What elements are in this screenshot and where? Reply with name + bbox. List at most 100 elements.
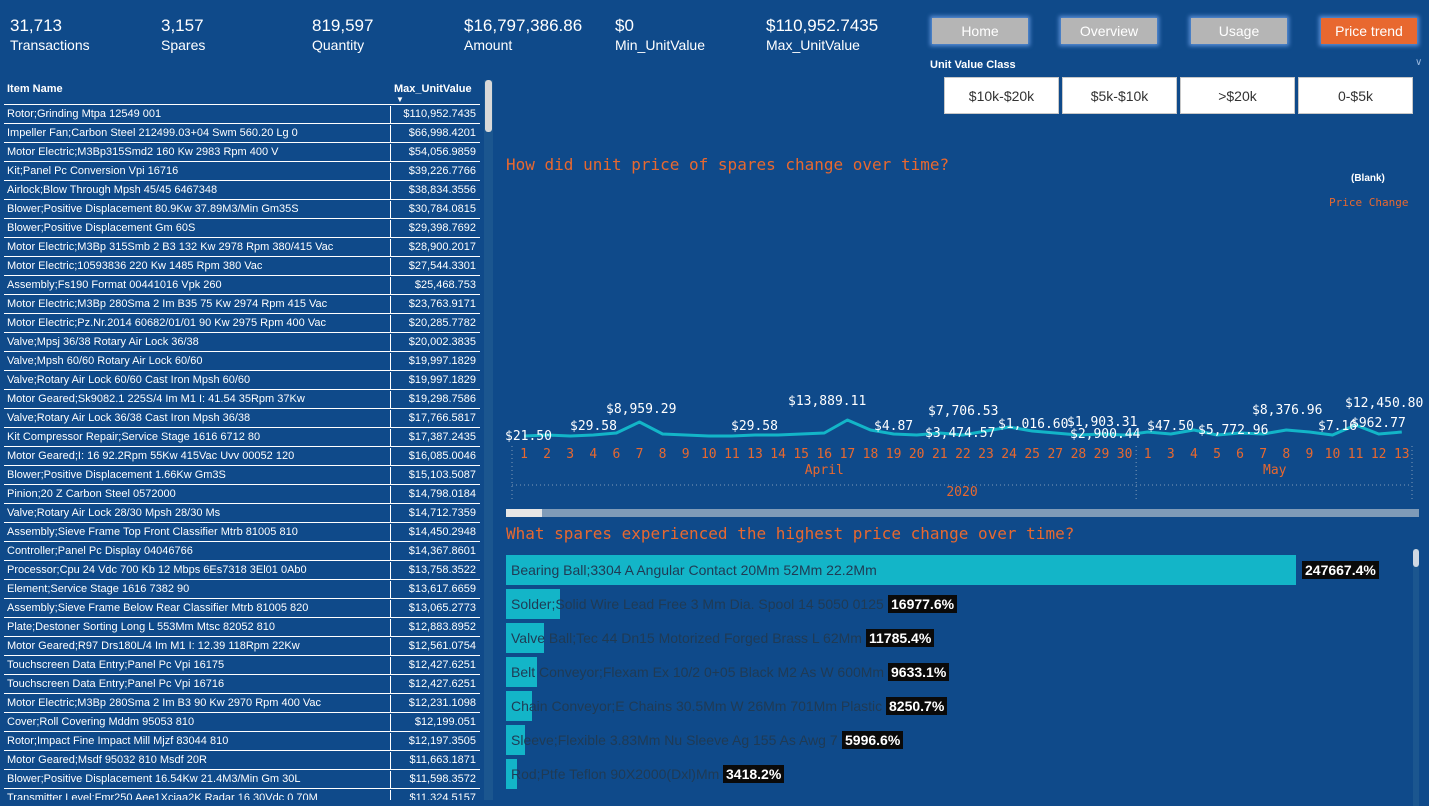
table-scrollbar[interactable]: [484, 80, 493, 800]
column-header-item-name[interactable]: Item Name: [7, 83, 63, 95]
scrollbar-thumb[interactable]: [506, 509, 542, 517]
table-row[interactable]: Motor Electric;M3Bp 315Smb 2 B3 132 Kw 2…: [4, 239, 480, 257]
table-row[interactable]: Valve;Mpsh 60/60 Rotary Air Lock 60/60 $1…: [4, 353, 480, 371]
table-row[interactable]: Assembly;Fs190 Format 00441016 Vpk 260 $2…: [4, 277, 480, 295]
table-row[interactable]: Pinion;20 Z Carbon Steel 0572000 $14,798.…: [4, 486, 480, 504]
table-row[interactable]: Processor;Cpu 24 Vdc 700 Kb 12 Mbps 6Es7…: [4, 562, 480, 580]
column-divider: [390, 562, 391, 579]
table-row[interactable]: Kit Compressor Repair;Service Stage 1616…: [4, 429, 480, 447]
table-row[interactable]: Impeller Fan;Carbon Steel 212499.03+04 S…: [4, 125, 480, 143]
table-row[interactable]: Plate;Destoner Sorting Long L 553Mm Mtsc…: [4, 619, 480, 637]
item-name-cell: Blower;Positive Displacement 80.9Kw 37.8…: [7, 203, 299, 215]
table-row[interactable]: Blower;Positive Displacement 1.66Kw Gm3S…: [4, 467, 480, 485]
overview-button[interactable]: Overview: [1061, 18, 1157, 44]
table-row[interactable]: Valve;Rotary Air Lock 60/60 Cast Iron Mp…: [4, 372, 480, 390]
x-tick-label: 6: [1236, 447, 1244, 462]
column-divider: [390, 771, 391, 788]
item-name-cell: Motor Electric;M3Bp 280Sma 2 Im B35 75 K…: [7, 298, 328, 310]
table-row[interactable]: Valve;Rotary Air Lock 36/38 Cast Iron Mp…: [4, 410, 480, 428]
legend-item-price-change[interactable]: Price Change: [1329, 196, 1408, 209]
table-row[interactable]: Rotor;Grinding Mtpa 12549 001 $110,952.74…: [4, 106, 480, 124]
table-row[interactable]: Motor Geared;I: 16 92.2Rpm 55Kw 415Vac U…: [4, 448, 480, 466]
line-chart: 1 2 3 4 6 7 8 9 10 11 13 14 15 16 17 18 19 20 21 22 23 24 25 27…: [505, 394, 1423, 500]
kpi-transactions: 31,713 Transactions: [10, 16, 160, 54]
home-button[interactable]: Home: [932, 18, 1028, 44]
table-row[interactable]: Touchscreen Data Entry;Panel Pc Vpi 1671…: [4, 676, 480, 694]
table-row[interactable]: Kit;Panel Pc Conversion Vpi 16716 $39,226…: [4, 163, 480, 181]
item-name-cell: Valve;Rotary Air Lock 28/30 Mpsh 28/30 M…: [7, 507, 221, 519]
max-unitvalue-cell: $30,784.0815: [408, 203, 476, 215]
max-unitvalue-cell: $25,468.753: [414, 279, 476, 291]
column-divider: [390, 733, 391, 750]
bar-row[interactable]: Valve Ball;Tec 44 Dn15 Motorized Forged …: [506, 623, 1410, 653]
table-row[interactable]: Motor Geared;Sk9082.1 225S/4 Im M1 I: 41…: [4, 391, 480, 409]
kpi-label: Amount: [464, 37, 513, 53]
item-name-cell: Touchscreen Data Entry;Panel Pc Vpi 1671…: [7, 678, 225, 690]
bar-row[interactable]: Chain Conveyor;E Chains 30.5Mm W 26Mm 70…: [506, 691, 1410, 721]
item-name-cell: Blower;Positive Displacement 16.54Kw 21.…: [7, 773, 301, 785]
bar-data-label: 9633.1%: [888, 663, 950, 681]
max-unitvalue-cell: $17,387.2435: [408, 431, 476, 443]
max-unitvalue-cell: $15,103.5087: [408, 469, 476, 481]
max-unitvalue-cell: $27,544.3301: [408, 260, 476, 272]
table-row[interactable]: Blower;Positive Displacement 16.54Kw 21.…: [4, 771, 480, 789]
item-name-cell: Impeller Fan;Carbon Steel 212499.03+04 S…: [7, 127, 298, 139]
bar-row[interactable]: Belt Conveyor;Flexam Ex 10/2 0+05 Black …: [506, 657, 1410, 687]
bar-chart-scrollbar[interactable]: [1413, 549, 1419, 806]
table-body: Rotor;Grinding Mtpa 12549 001 $110,952.74…: [4, 106, 480, 800]
table-row[interactable]: Transmitter Level;Fmr250 Aee1Xcjaa2K Rad…: [4, 790, 480, 800]
table-row[interactable]: Cover;Roll Covering Mddm 95053 810 $12,19…: [4, 714, 480, 732]
data-label: $29.58: [570, 419, 617, 434]
table-row[interactable]: Valve;Rotary Air Lock 28/30 Mpsh 28/30 M…: [4, 505, 480, 523]
table-row[interactable]: Airlock;Blow Through Mpsh 45/45 6467348 $…: [4, 182, 480, 200]
max-unitvalue-cell: $20,002.3835: [408, 336, 476, 348]
table-row[interactable]: Motor Electric;M3Bp 280Sma 2 Im B3 90 Kw…: [4, 695, 480, 713]
sort-descending-icon: ▼: [396, 95, 404, 104]
item-name-cell: Blower;Positive Displacement Gm 60S: [7, 222, 196, 234]
max-unitvalue-cell: $14,712.7359: [408, 507, 476, 519]
table-row[interactable]: Controller;Panel Pc Display 04046766 $14,…: [4, 543, 480, 561]
table-row[interactable]: Blower;Positive Displacement 80.9Kw 37.8…: [4, 201, 480, 219]
bar-row[interactable]: Solder;Solid Wire Lead Free 3 Mm Dia. Sp…: [506, 589, 1410, 619]
column-header-max-unitvalue[interactable]: Max_UnitValue: [394, 83, 472, 95]
scrollbar-thumb[interactable]: [1413, 549, 1419, 567]
max-unitvalue-cell: $12,199.051: [414, 716, 476, 728]
max-unitvalue-cell: $12,427.6251: [408, 659, 476, 671]
kpi-value: 819,597: [312, 16, 374, 35]
slicer-option-10k-20k[interactable]: $10k-$20k: [944, 77, 1059, 114]
bar-row[interactable]: Sleeve;Flexible 3.83Mm Nu Sleeve Ag 155 …: [506, 725, 1410, 755]
kpi-label: Quantity: [312, 37, 365, 53]
table-row[interactable]: Motor Geared;R97 Drs180L/4 Im M1 I: 12.3…: [4, 638, 480, 656]
table-row[interactable]: Motor Electric;10593836 220 Kw 1485 Rpm …: [4, 258, 480, 276]
data-label: $7,706.53: [928, 404, 998, 419]
slicer-option-over-20k[interactable]: >$20k: [1180, 77, 1295, 114]
table-row[interactable]: Assembly;Sieve Frame Top Front Classifie…: [4, 524, 480, 542]
kpi-label: Max_UnitValue: [766, 37, 860, 53]
table-row[interactable]: Motor Geared;Msdf 95032 810 Msdf 20R $11,…: [4, 752, 480, 770]
scrollbar-thumb[interactable]: [485, 80, 492, 132]
kpi-value: 3,157: [161, 16, 204, 35]
table-row[interactable]: Assembly;Sieve Frame Below Rear Classifi…: [4, 600, 480, 618]
bar-row[interactable]: Rod;Ptfe Teflon 90X2000(Dxl)Mm 3418.2%: [506, 759, 1410, 789]
chevron-down-icon[interactable]: ∨: [1415, 57, 1422, 68]
table-row[interactable]: Motor Electric;Pz.Nr.2014 60682/01/01 90…: [4, 315, 480, 333]
slicer-option-0-5k[interactable]: 0-$5k: [1298, 77, 1413, 114]
price-trend-button[interactable]: Price trend: [1321, 18, 1417, 44]
table-row[interactable]: Touchscreen Data Entry;Panel Pc Vpi 1617…: [4, 657, 480, 675]
bar-category-label: Valve Ball;Tec 44 Dn15 Motorized Forged …: [511, 630, 862, 646]
max-unitvalue-cell: $39,226.7766: [408, 165, 476, 177]
table-row[interactable]: Element;Service Stage 1616 7382 90 $13,61…: [4, 581, 480, 599]
table-row[interactable]: Motor Electric;M3Bp 280Sma 2 Im B35 75 K…: [4, 296, 480, 314]
bar-row[interactable]: Bearing Ball;3304 A Angular Contact 20Mm…: [506, 555, 1410, 585]
item-name-cell: Blower;Positive Displacement 1.66Kw Gm3S: [7, 469, 226, 481]
chart-horizontal-scrollbar[interactable]: [506, 509, 1419, 517]
max-unitvalue-cell: $14,367.8601: [408, 545, 476, 557]
table-row[interactable]: Rotor;Impact Fine Impact Mill Mjzf 83044…: [4, 733, 480, 751]
table-row[interactable]: Valve;Mpsj 36/38 Rotary Air Lock 36/38 $2…: [4, 334, 480, 352]
slicer-option-5k-10k[interactable]: $5k-$10k: [1062, 77, 1177, 114]
bar-data-label: 16977.6%: [888, 595, 958, 613]
table-row[interactable]: Motor Electric;M3Bp315Smd2 160 Kw 2983 R…: [4, 144, 480, 162]
usage-button[interactable]: Usage: [1191, 18, 1287, 44]
column-divider: [390, 410, 391, 427]
table-row[interactable]: Blower;Positive Displacement Gm 60S $29,3…: [4, 220, 480, 238]
